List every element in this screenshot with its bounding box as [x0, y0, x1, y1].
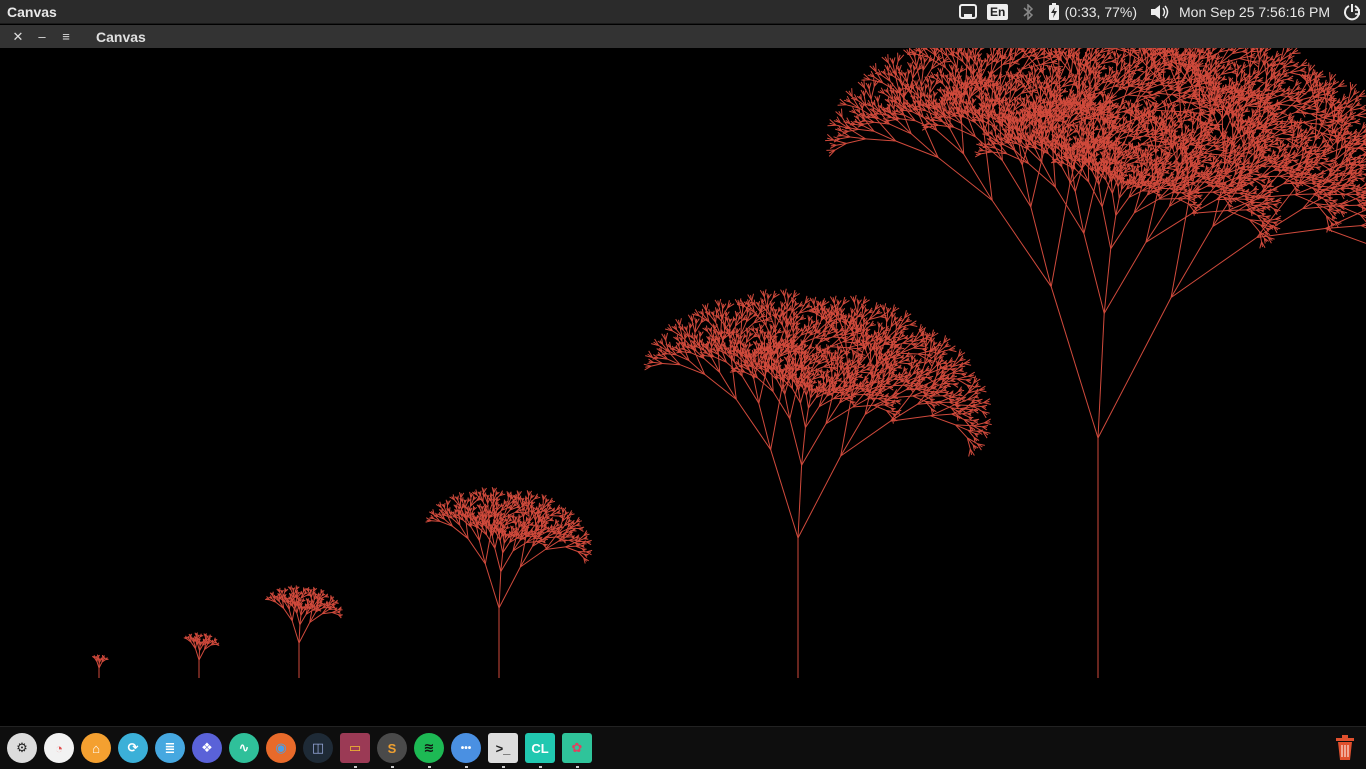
- bluetooth-icon[interactable]: [1013, 0, 1043, 24]
- system-settings-icon[interactable]: ⚙: [7, 733, 37, 763]
- spotify-icon[interactable]: ≋: [414, 733, 444, 763]
- volume-icon[interactable]: [1147, 0, 1173, 24]
- top-panel: Canvas En (0:33, 77%) Mon Sep 25 7:56:16…: [0, 0, 1366, 24]
- fractal-tree: [92, 655, 108, 678]
- minimize-button[interactable]: –: [30, 25, 54, 48]
- keyboard-layout-label: En: [987, 4, 1008, 20]
- fractal-tree: [426, 487, 592, 678]
- indicator-area: En (0:33, 77%) Mon Sep 25 7:56:16 PM: [953, 0, 1366, 24]
- software-center-icon[interactable]: ⌂: [81, 733, 111, 763]
- battery-icon[interactable]: [1043, 0, 1065, 24]
- battery-status[interactable]: (0:33, 77%): [1065, 0, 1147, 24]
- clock[interactable]: Mon Sep 25 7:56:16 PM: [1173, 0, 1338, 24]
- dock: ⚙◔⌂⟳≣❖∿◉◫▭S≋•••>_CL✿: [0, 726, 1366, 769]
- fractal-tree: [644, 289, 992, 678]
- trash-icon[interactable]: [1334, 735, 1356, 761]
- update-manager-icon[interactable]: ⟳: [118, 733, 148, 763]
- window-title: Canvas: [96, 29, 146, 45]
- fractal-tree-drawing: [0, 48, 1366, 726]
- sublime-text-icon[interactable]: S: [377, 733, 407, 763]
- terminal-icon[interactable]: >_: [488, 733, 518, 763]
- canvas[interactable]: [0, 48, 1366, 726]
- system-monitor-icon[interactable]: ∿: [229, 733, 259, 763]
- keyboard-layout-indicator[interactable]: En: [983, 0, 1013, 24]
- disk-usage-icon[interactable]: ◔: [44, 733, 74, 763]
- app-icon-purple[interactable]: ❖: [192, 733, 222, 763]
- firefox-icon[interactable]: ◉: [266, 733, 296, 763]
- fractal-tree: [265, 585, 343, 678]
- session-menu-icon[interactable]: [1338, 0, 1366, 24]
- app-menu-title[interactable]: Canvas: [0, 4, 57, 20]
- notification-icon[interactable]: [953, 0, 983, 24]
- more-apps-icon[interactable]: •••: [451, 733, 481, 763]
- files-icon[interactable]: ▭: [340, 733, 370, 763]
- image-viewer-icon[interactable]: ◫: [303, 733, 333, 763]
- window-titlebar: ✕ – ≡ Canvas: [0, 25, 1366, 48]
- fractal-tree: [184, 633, 219, 678]
- canvas-app-icon[interactable]: ✿: [562, 733, 592, 763]
- close-button[interactable]: ✕: [6, 25, 30, 48]
- text-editor-icon[interactable]: ≣: [155, 733, 185, 763]
- clion-icon[interactable]: CL: [525, 733, 555, 763]
- window-menu-button[interactable]: ≡: [54, 25, 78, 48]
